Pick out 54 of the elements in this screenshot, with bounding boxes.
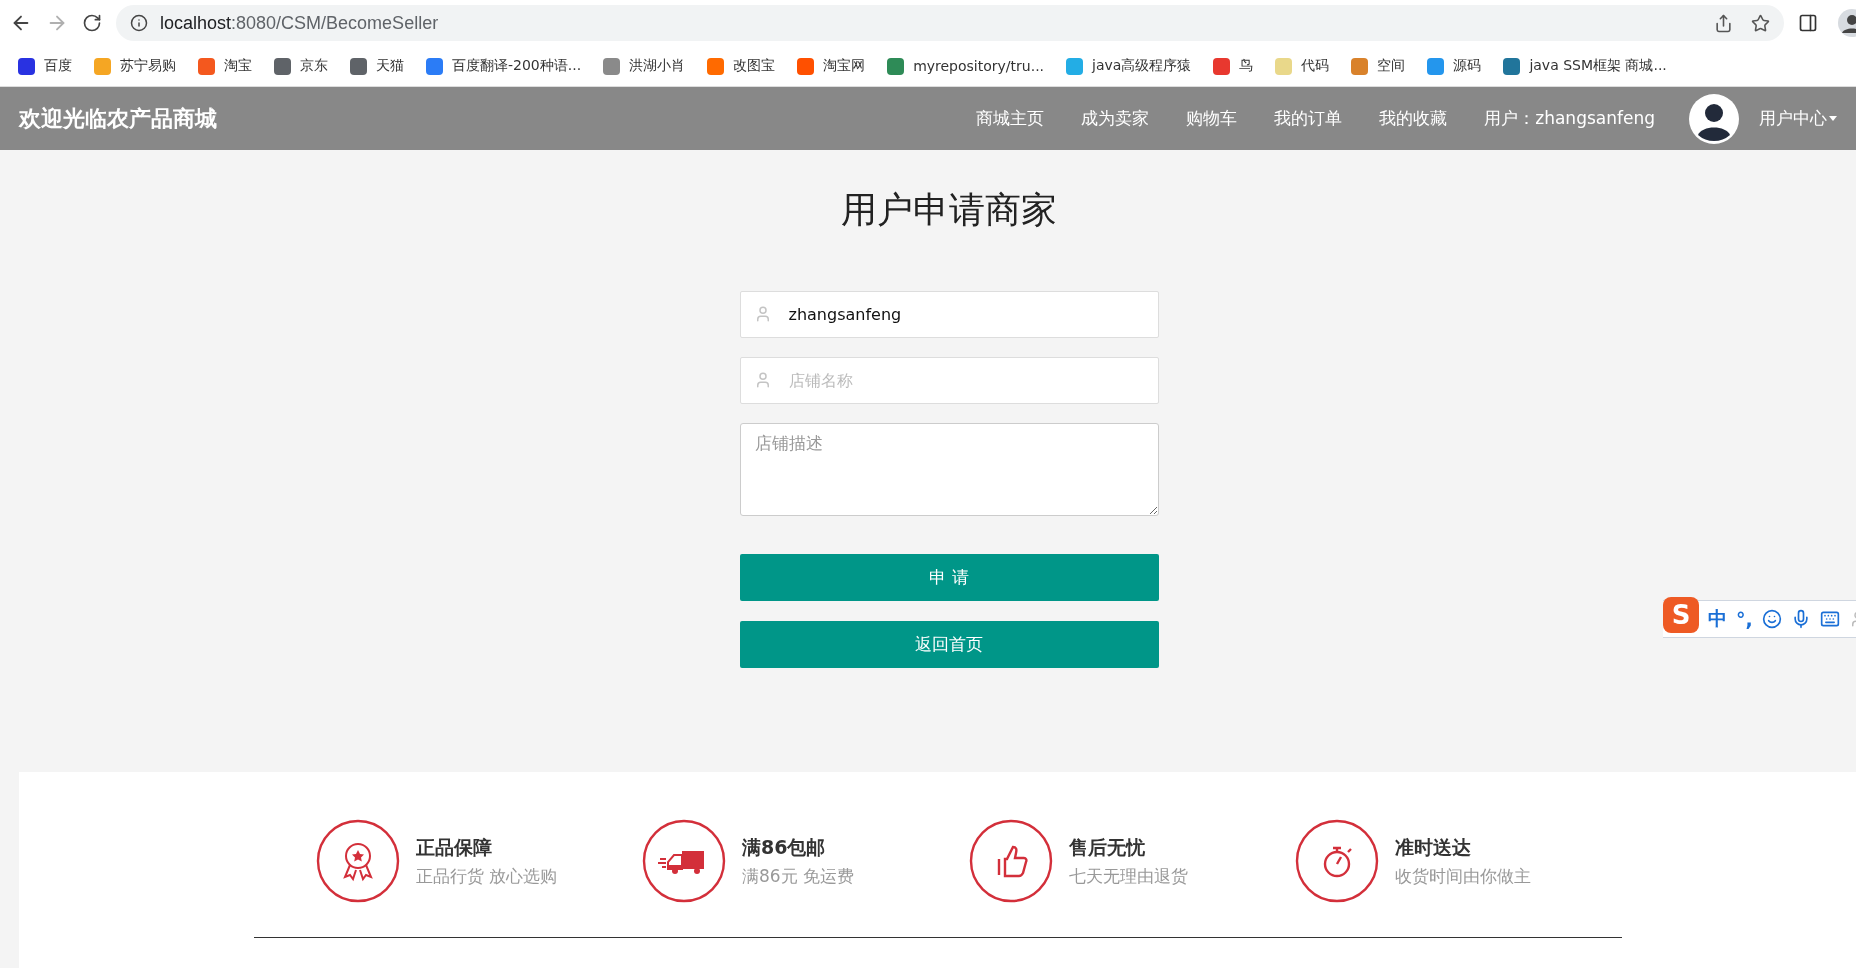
bookmark[interactable]: 洪湖小肖 xyxy=(603,57,686,75)
bookmark[interactable]: 京东 xyxy=(274,57,328,75)
thumb-icon xyxy=(968,819,1053,903)
side-panel-icon[interactable] xyxy=(1798,13,1818,33)
emoji-icon[interactable] xyxy=(1761,609,1782,629)
feature-title: 满86包邮 xyxy=(742,834,827,860)
keyboard-icon[interactable] xyxy=(1819,609,1840,629)
award-icon xyxy=(315,819,400,903)
share-icon[interactable] xyxy=(1714,13,1733,33)
description-field[interactable]: 店铺描述 xyxy=(739,423,1159,516)
feature-title: 售后无忧 xyxy=(1068,834,1146,860)
star-icon[interactable] xyxy=(1751,13,1770,33)
info-icon xyxy=(130,14,148,32)
bookmark[interactable]: 鸟 xyxy=(1213,57,1254,75)
truck-icon xyxy=(642,819,726,903)
nav-link[interactable]: 购物车 xyxy=(1186,107,1238,130)
avatar-icon[interactable] xyxy=(1688,92,1740,145)
ime-mode[interactable]: 中 xyxy=(1708,606,1727,632)
address-bar[interactable]: localhost:8080/CSM/BecomeSeller xyxy=(116,5,1784,41)
user-menu[interactable]: 用户中心 xyxy=(1759,107,1837,130)
bookmark[interactable]: myrepository/tru... xyxy=(887,57,1045,75)
bookmark[interactable]: java SSM框架 商城... xyxy=(1503,57,1667,75)
nav-link[interactable]: 我的订单 xyxy=(1274,107,1343,130)
page-title: 用户申请商家 xyxy=(841,188,1057,232)
bookmark[interactable]: 空间 xyxy=(1351,57,1406,75)
bookmark[interactable]: 百度 xyxy=(18,57,72,75)
bookmark[interactable]: java高级程序猿 xyxy=(1066,57,1192,75)
feature-subtitle: 满86元 免运费 xyxy=(742,864,855,888)
site-brand: 欢迎光临农产品商城 xyxy=(19,104,217,133)
feature-title: 正品保障 xyxy=(415,834,493,860)
bookmark[interactable]: 源码 xyxy=(1427,57,1482,75)
timer-icon xyxy=(1295,819,1379,903)
caret-icon xyxy=(1829,116,1837,121)
ime-punctuation[interactable]: °, xyxy=(1736,608,1753,630)
home-button[interactable]: 返回首页 xyxy=(739,621,1159,668)
bookmark[interactable]: 改图宝 xyxy=(707,57,776,75)
bookmark[interactable]: 淘宝网 xyxy=(797,57,866,75)
feature-title: 准时送达 xyxy=(1395,834,1472,860)
bookmark[interactable]: 百度翻译-200种语... xyxy=(426,57,582,75)
feature-subtitle: 正品行货 放心选购 xyxy=(415,864,557,888)
username-field[interactable]: zhangsanfeng xyxy=(739,291,1159,338)
shop-name-field[interactable]: 店铺名称 xyxy=(739,357,1159,404)
nav-link[interactable]: 成为卖家 xyxy=(1081,107,1150,130)
feature-subtitle: 七天无理由退货 xyxy=(1068,864,1188,888)
bookmark[interactable]: 淘宝 xyxy=(198,57,252,75)
bookmark[interactable]: 天猫 xyxy=(350,57,404,75)
nav-link[interactable]: 我的收藏 xyxy=(1379,107,1448,130)
user-name[interactable]: 用户：zhangsanfeng xyxy=(1484,107,1655,130)
bookmark[interactable]: 代码 xyxy=(1275,57,1330,75)
feature-subtitle: 收货时间由你做主 xyxy=(1395,864,1531,888)
bookmark[interactable]: 苏宁易购 xyxy=(94,57,176,75)
reload-icon[interactable] xyxy=(82,13,102,33)
nav-link[interactable]: 商城主页 xyxy=(976,107,1045,130)
apply-button[interactable]: 申 请 xyxy=(739,554,1159,601)
